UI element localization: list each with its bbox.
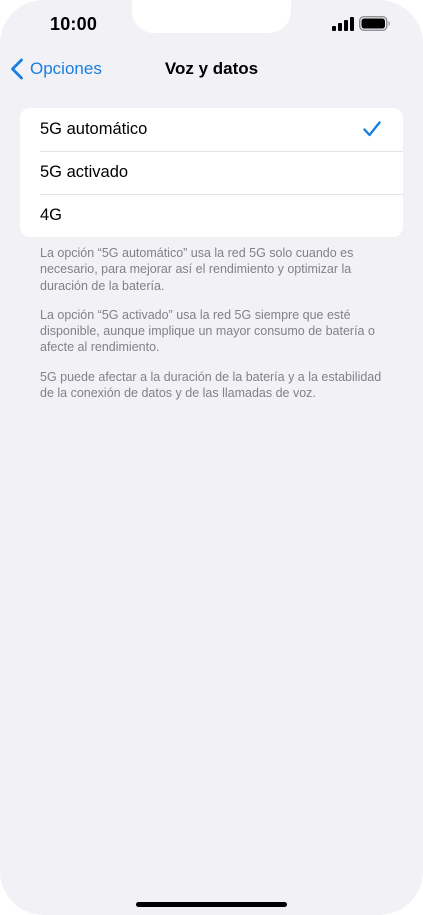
network-options-list: 5G automático 5G activado 4G — [20, 108, 403, 237]
phone-screen: 10:00 Opciones Voz y datos 5G automático — [0, 0, 423, 915]
footnote-5g-battery: 5G puede afectar a la duración de la bat… — [40, 369, 382, 401]
option-label: 5G automático — [40, 120, 148, 138]
footnotes: La opción “5G automático” usa la red 5G … — [40, 245, 385, 414]
option-4g[interactable]: 4G — [20, 194, 403, 237]
footnote-5g-auto: La opción “5G automático” usa la red 5G … — [40, 246, 354, 293]
option-label: 4G — [40, 206, 63, 224]
option-5g-auto[interactable]: 5G automático — [20, 108, 403, 151]
checkmark-icon — [363, 121, 381, 137]
navigation-bar: Opciones Voz y datos — [0, 48, 423, 92]
footnote-5g-on: La opción “5G activado” usa la red 5G si… — [40, 307, 375, 355]
cellular-signal-icon — [332, 17, 354, 31]
notch — [132, 0, 291, 33]
home-indicator[interactable] — [136, 902, 287, 907]
battery-icon — [359, 16, 390, 31]
status-time: 10:00 — [50, 14, 98, 34]
option-5g-on[interactable]: 5G activado — [20, 151, 403, 194]
status-bar: 10:00 — [0, 0, 423, 48]
page-title: Voz y datos — [164, 59, 259, 78]
option-label: 5G activado — [40, 163, 129, 181]
